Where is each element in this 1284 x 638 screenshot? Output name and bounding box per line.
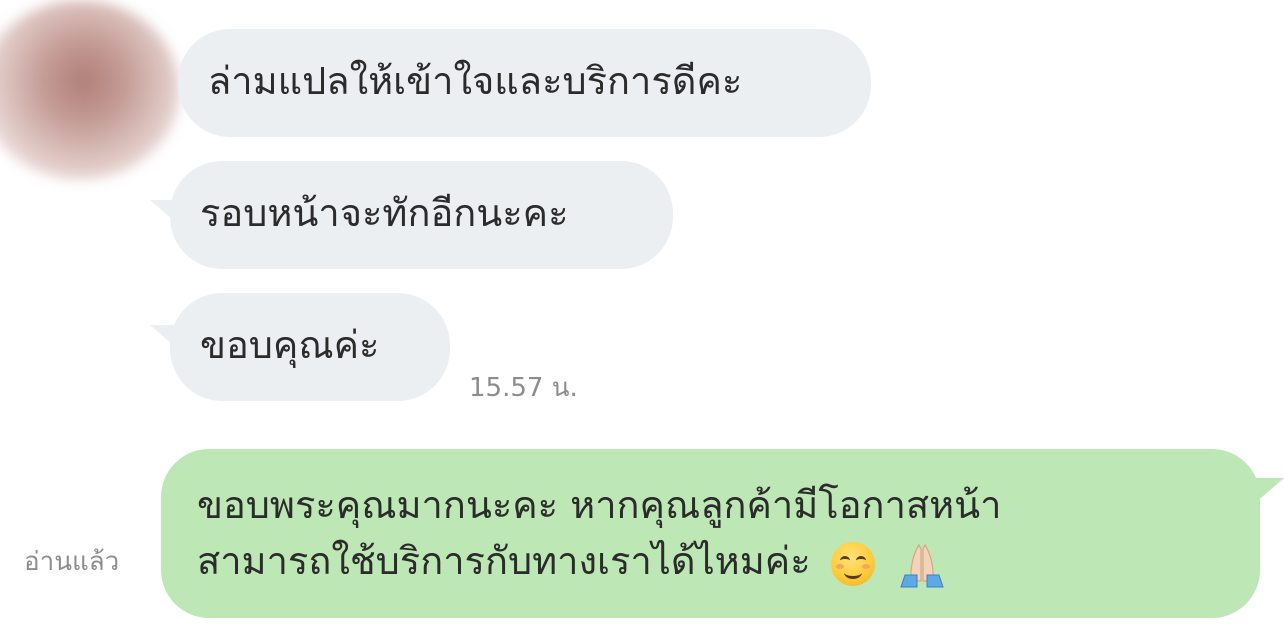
incoming-message-bubble[interactable]: ล่ามแปลให้เข้าใจและบริการดีคะ <box>178 29 871 137</box>
contact-avatar[interactable] <box>0 0 180 180</box>
message-text: รอบหน้าจะทักอีกนะคะ <box>200 191 569 235</box>
incoming-message-bubble[interactable]: ขอบคุณค่ะ <box>170 293 450 401</box>
outgoing-message-bubble[interactable]: ขอบพระคุณมากนะคะ หากคุณลูกค้ามีโอกาสหน้า… <box>161 449 1260 618</box>
message-text: ล่ามแปลให้เข้าใจและบริการดีคะ <box>208 59 743 103</box>
read-status: อ่านแล้ว <box>24 547 120 577</box>
smiling-face-icon <box>830 541 877 587</box>
message-text: ขอบคุณค่ะ <box>200 323 380 367</box>
message-text-line: ขอบพระคุณมากนะคะ หากคุณลูกค้ามีโอกาสหน้า <box>197 483 1002 527</box>
message-timestamp: 15.57 น. <box>469 373 578 403</box>
incoming-message-bubble[interactable]: รอบหน้าจะทักอีกนะคะ <box>170 161 673 269</box>
message-text: สามารถใช้บริการกับทางเราได้ไหมค่ะ <box>197 539 811 583</box>
message-text-line: สามารถใช้บริการกับทางเราได้ไหมค่ะ <box>197 533 1224 589</box>
folded-hands-icon <box>897 541 944 587</box>
